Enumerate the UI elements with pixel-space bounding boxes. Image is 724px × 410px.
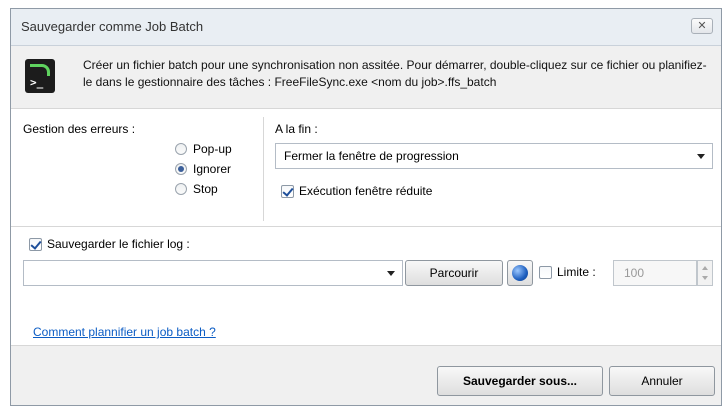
cancel-button-label: Annuler	[641, 374, 683, 388]
dialog-footer: Sauvegarder sous... Annuler	[11, 346, 721, 405]
log-path-combobox[interactable]	[23, 260, 403, 286]
help-link[interactable]: Comment plannifier un job batch ?	[33, 325, 216, 339]
dialog-header: >_ Créer un fichier batch pour une synch…	[11, 46, 721, 109]
radio-ignore-circle[interactable]	[175, 163, 187, 175]
error-handling-label: Gestion des erreurs :	[23, 122, 136, 136]
browse-button-label: Parcourir	[429, 266, 479, 280]
cancel-button[interactable]: Annuler	[609, 366, 715, 396]
globe-icon	[512, 265, 528, 281]
radio-stop-circle[interactable]	[175, 183, 187, 195]
on-completion-value: Fermer la fenêtre de progression	[284, 149, 459, 163]
save-as-button-label: Sauvegarder sous...	[462, 374, 578, 388]
run-minimized-label: Exécution fenêtre réduite	[299, 184, 433, 198]
dialog-window: Sauvegarder comme Job Batch ✕ >_ Créer u…	[10, 8, 722, 406]
log-info-button[interactable]	[507, 260, 533, 286]
radio-ignore-label: Ignorer	[193, 162, 232, 176]
chevron-down-icon	[697, 154, 705, 159]
chevron-up-icon[interactable]	[702, 266, 708, 270]
save-log-checkbox[interactable]	[29, 238, 42, 251]
log-panel: Sauvegarder le fichier log : Parcourir L…	[11, 227, 721, 346]
on-completion-label: A la fin :	[275, 122, 318, 136]
vertical-divider	[263, 117, 264, 221]
limit-label: Limite :	[557, 265, 596, 279]
radio-stop-label: Stop	[193, 182, 218, 196]
window-title: Sauvegarder comme Job Batch	[21, 19, 204, 34]
browse-button[interactable]: Parcourir	[405, 260, 503, 286]
limit-input[interactable]: 100	[613, 260, 697, 286]
close-button[interactable]: ✕	[691, 18, 713, 34]
run-minimized-checkbox[interactable]	[281, 185, 294, 198]
options-panel: Gestion des erreurs : Pop-up Ignorer Sto…	[11, 109, 721, 227]
radio-popup-label: Pop-up	[193, 142, 232, 156]
limit-checkbox[interactable]	[539, 266, 552, 279]
save-as-button[interactable]: Sauvegarder sous...	[437, 366, 603, 396]
chevron-down-icon[interactable]	[702, 276, 708, 280]
terminal-icon: >_	[25, 59, 55, 93]
save-log-label: Sauvegarder le fichier log :	[47, 237, 190, 251]
dialog-description: Créer un fichier batch pour une synchron…	[83, 58, 707, 89]
on-completion-dropdown[interactable]: Fermer la fenêtre de progression	[275, 143, 713, 169]
radio-popup-circle[interactable]	[175, 143, 187, 155]
limit-stepper[interactable]	[697, 260, 713, 286]
limit-value: 100	[624, 266, 645, 280]
chevron-down-icon[interactable]	[387, 271, 395, 276]
title-bar: Sauvegarder comme Job Batch ✕	[11, 9, 721, 46]
close-icon: ✕	[697, 20, 707, 32]
